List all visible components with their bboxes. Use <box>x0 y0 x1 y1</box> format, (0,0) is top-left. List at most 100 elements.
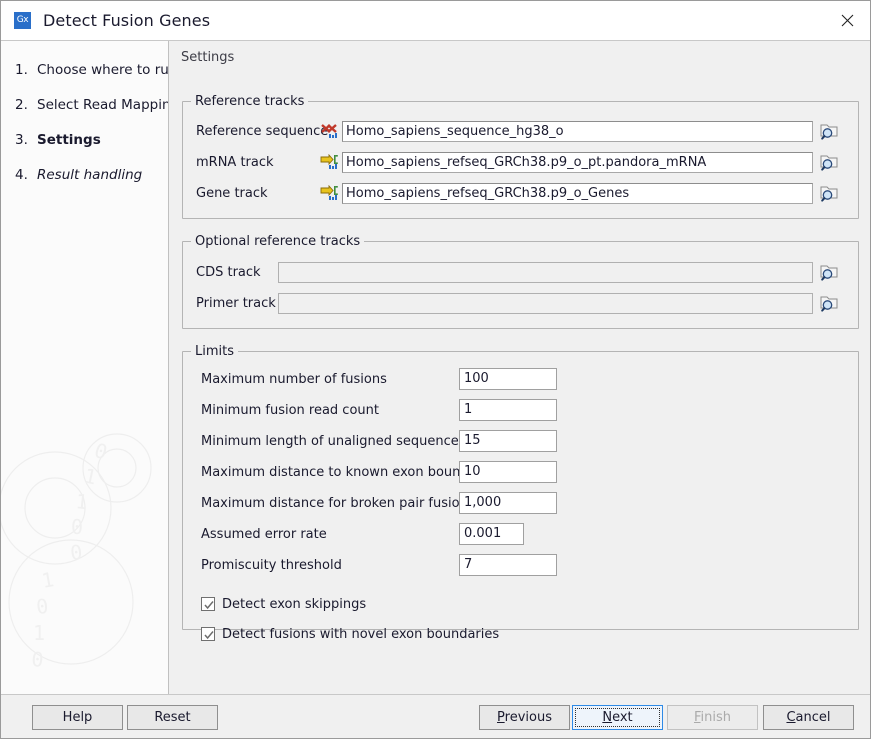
limits-group: Limits Maximum number of fusions 100 Min… <box>182 344 859 642</box>
detect-novel-exon-boundaries-checkbox[interactable]: Detect fusions with novel exon boundarie… <box>201 624 499 644</box>
browse-folder-icon[interactable] <box>818 120 840 142</box>
gene-track-label: Gene track <box>196 185 268 201</box>
checkbox-label: Detect exon skippings <box>222 596 367 612</box>
dialog-button-bar: Help Reset Previous Next Finish Cancel <box>1 694 870 738</box>
group-legend: Reference tracks <box>191 94 309 109</box>
min-read-count-row: Minimum fusion read count 1 <box>201 399 557 421</box>
sidebar-step-4[interactable]: 4. Result handling <box>1 157 168 192</box>
svg-text:0: 0 <box>69 540 83 565</box>
promiscuity-threshold-input[interactable]: 7 <box>459 554 557 576</box>
dialog-window: Gx Detect Fusion Genes 0 1 1 0 0 1 0 1 0… <box>0 0 871 739</box>
promiscuity-threshold-label: Promiscuity threshold <box>201 557 342 573</box>
button-label: Finish <box>694 710 731 725</box>
max-fusions-input[interactable]: 100 <box>459 368 557 390</box>
min-unaligned-length-label: Minimum length of unaligned sequence <box>201 433 459 449</box>
min-unaligned-length-input[interactable]: 15 <box>459 430 557 452</box>
svg-text:1: 1 <box>40 567 56 593</box>
background-watermark: 0 1 1 0 0 1 0 1 0 <box>1 433 152 672</box>
max-broken-pair-distance-input[interactable]: 1,000 <box>459 492 557 514</box>
mrna-track-input[interactable]: Homo_sapiens_refseq_GRCh38.p9_o_pt.pando… <box>342 151 813 173</box>
max-exon-distance-input[interactable]: 10 <box>459 461 557 483</box>
browse-folder-icon[interactable] <box>818 292 840 314</box>
step-label: Settings <box>37 131 101 148</box>
assumed-error-rate-row: Assumed error rate 0.001 <box>201 523 524 545</box>
group-legend: Limits <box>191 344 238 359</box>
annotation-track-icon <box>320 154 338 170</box>
browse-folder-icon[interactable] <box>818 151 840 173</box>
button-label-rest: revious <box>504 710 552 725</box>
previous-button[interactable]: Previous <box>479 705 570 730</box>
settings-panel: Settings Reference tracks Reference sequ… <box>169 41 870 694</box>
min-unaligned-length-row: Minimum length of unaligned sequence 15 <box>201 430 557 452</box>
window-title: Detect Fusion Genes <box>43 11 211 30</box>
close-icon[interactable] <box>824 1 870 39</box>
button-label: Reset <box>154 710 191 725</box>
primer-track-input[interactable] <box>278 292 813 314</box>
optional-reference-tracks-group: Optional reference tracks CDS track Prim… <box>182 234 859 329</box>
step-label: Choose where to run <box>37 61 169 78</box>
dialog-body: 0 1 1 0 0 1 0 1 0 1. Choose where to run <box>1 40 870 694</box>
max-exon-distance-label: Maximum distance to known exon boundary <box>201 464 490 480</box>
reference-sequence-input[interactable]: Homo_sapiens_sequence_hg38_o <box>342 120 813 142</box>
promiscuity-threshold-row: Promiscuity threshold 7 <box>201 554 557 576</box>
sidebar-step-2[interactable]: 2. Select Read Mapping <box>1 87 168 122</box>
assumed-error-rate-label: Assumed error rate <box>201 526 327 542</box>
min-read-count-label: Minimum fusion read count <box>201 402 379 418</box>
reference-sequence-label: Reference sequence <box>196 123 329 139</box>
max-exon-distance-row: Maximum distance to known exon boundary … <box>201 461 557 483</box>
min-read-count-input[interactable]: 1 <box>459 399 557 421</box>
step-number: 4. <box>15 166 28 183</box>
button-label-rest: ancel <box>795 710 831 725</box>
step-label: Result handling <box>37 166 143 183</box>
button-mnemonic: P <box>497 710 505 725</box>
cds-track-row: CDS track <box>196 261 846 283</box>
step-number: 3. <box>15 131 28 148</box>
cancel-button[interactable]: Cancel <box>763 705 854 730</box>
mrna-track-label: mRNA track <box>196 154 274 170</box>
browse-folder-icon[interactable] <box>818 261 840 283</box>
wizard-step-sidebar: 0 1 1 0 0 1 0 1 0 1. Choose where to run <box>1 41 169 694</box>
max-broken-pair-distance-row: Maximum distance for broken pair fusions… <box>201 492 557 514</box>
svg-text:0: 0 <box>31 647 45 672</box>
group-legend: Optional reference tracks <box>191 234 365 249</box>
svg-text:1: 1 <box>82 463 99 489</box>
primer-track-label: Primer track <box>196 295 276 311</box>
app-icon: Gx <box>14 12 31 29</box>
sequence-track-icon <box>320 123 338 139</box>
svg-text:0: 0 <box>91 438 110 465</box>
checkmark-icon <box>201 597 215 611</box>
reset-button[interactable]: Reset <box>127 705 218 730</box>
checkbox-label: Detect fusions with novel exon boundarie… <box>222 626 500 642</box>
finish-button: Finish <box>667 705 758 730</box>
step-label: Select Read Mapping <box>37 96 169 113</box>
button-label: Cancel <box>786 710 830 725</box>
sidebar-step-1[interactable]: 1. Choose where to run <box>1 52 168 87</box>
button-label-rest: inish <box>700 710 732 725</box>
step-list: 1. Choose where to run 2. Select Read Ma… <box>1 41 168 192</box>
annotation-track-icon <box>320 185 338 201</box>
svg-text:1: 1 <box>74 489 88 514</box>
mrna-track-row: mRNA track Homo_sapiens_refseq_GRCh38.p9… <box>196 151 846 173</box>
button-mnemonic: C <box>786 710 796 725</box>
next-button[interactable]: Next <box>572 705 663 730</box>
checkmark-icon <box>201 627 215 641</box>
focus-ring: Next <box>575 708 660 727</box>
max-fusions-label: Maximum number of fusions <box>201 371 387 387</box>
step-number: 2. <box>15 96 28 113</box>
gene-track-row: Gene track Homo_sapiens_refseq_GRCh38.p9… <box>196 182 846 204</box>
settings-heading: Settings <box>181 50 235 65</box>
assumed-error-rate-input[interactable]: 0.001 <box>459 523 524 545</box>
button-label-rest: ext <box>612 710 633 725</box>
reference-tracks-group: Reference tracks Reference sequence Homo… <box>182 94 859 219</box>
svg-text:0: 0 <box>71 515 83 539</box>
gene-track-input[interactable]: Homo_sapiens_refseq_GRCh38.p9_o_Genes <box>342 182 813 204</box>
sidebar-step-3[interactable]: 3. Settings <box>1 122 168 157</box>
help-button[interactable]: Help <box>32 705 123 730</box>
max-fusions-row: Maximum number of fusions 100 <box>201 368 557 390</box>
svg-text:0: 0 <box>35 594 49 619</box>
detect-exon-skippings-checkbox[interactable]: Detect exon skippings <box>201 594 366 614</box>
browse-folder-icon[interactable] <box>818 182 840 204</box>
step-number: 1. <box>15 61 28 78</box>
button-mnemonic: N <box>602 710 613 725</box>
cds-track-input[interactable] <box>278 261 813 283</box>
